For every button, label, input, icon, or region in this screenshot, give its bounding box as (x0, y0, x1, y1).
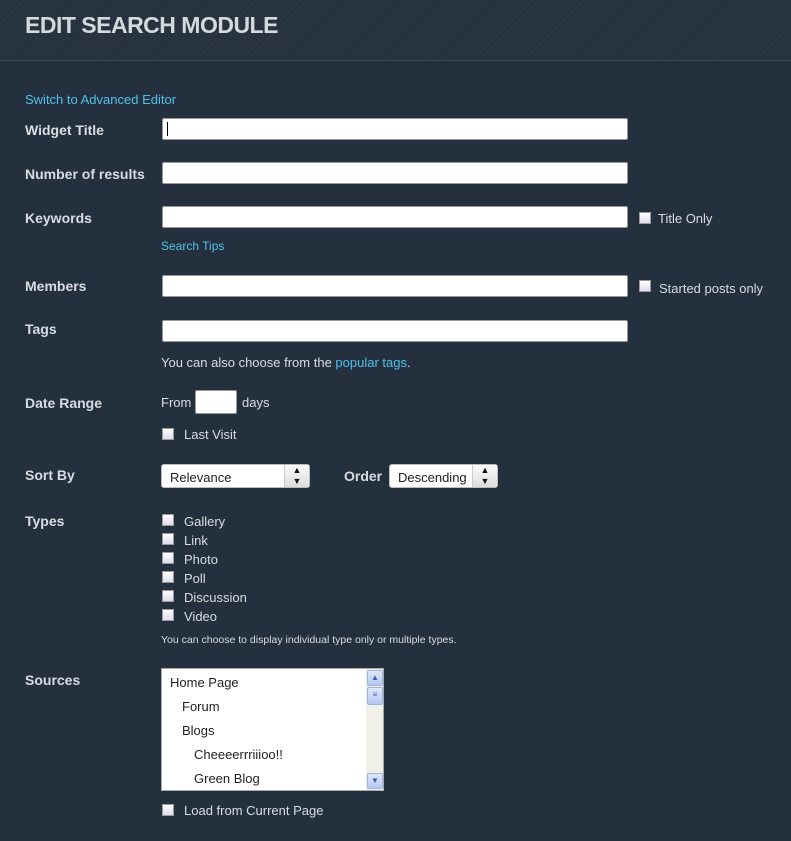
type-checkbox[interactable] (162, 590, 174, 602)
order-select[interactable]: Descending ▲ ▼ (389, 464, 498, 488)
type-checkbox[interactable] (162, 514, 174, 526)
load-current-page-checkbox[interactable] (162, 804, 174, 816)
from-label: From (161, 395, 192, 410)
scroll-thumb[interactable]: ≡ (367, 687, 383, 705)
type-checkbox[interactable] (162, 609, 174, 621)
source-option[interactable]: Green Blog (194, 771, 260, 786)
tags-input[interactable] (162, 320, 628, 342)
days-label: days (242, 395, 270, 410)
num-results-input[interactable] (162, 162, 628, 184)
sources-listbox[interactable]: Home Page Forum Blogs Cheeeerrriiioo!! G… (161, 668, 384, 791)
types-label: Types (25, 513, 65, 529)
type-label: Video (184, 609, 218, 624)
order-label: Order (344, 468, 383, 484)
days-input[interactable] (195, 390, 237, 414)
scroll-up-icon[interactable]: ▲ (367, 670, 383, 686)
type-label: Poll (184, 571, 206, 586)
members-input[interactable] (162, 275, 628, 297)
source-option[interactable]: Cheeeerrriiioo!! (194, 747, 283, 762)
updown-arrow-icon: ▲ ▼ (284, 465, 309, 487)
popular-tags-link[interactable]: popular tags (335, 355, 407, 370)
type-label: Gallery (184, 514, 226, 529)
updown-arrow-icon: ▲ ▼ (472, 465, 497, 487)
date-range-label: Date Range (25, 395, 103, 411)
tags-label: Tags (25, 321, 57, 337)
source-option[interactable]: Blogs (182, 723, 215, 738)
members-label: Members (25, 278, 87, 294)
sort-by-label: Sort By (25, 467, 75, 483)
search-tips-link[interactable]: Search Tips (161, 239, 224, 253)
header: EDIT SEARCH MODULE (0, 0, 791, 61)
sort-by-value: Relevance (170, 470, 232, 485)
keywords-input[interactable] (162, 206, 628, 228)
tags-help: You can also choose from the popular tag… (161, 355, 411, 370)
last-visit-label: Last Visit (184, 427, 237, 442)
widget-title-input[interactable] (162, 118, 628, 140)
started-posts-checkbox[interactable] (639, 280, 651, 292)
sort-by-select[interactable]: Relevance ▲ ▼ (161, 464, 310, 488)
type-label: Link (184, 533, 208, 548)
load-current-page-label: Load from Current Page (184, 803, 324, 818)
num-results-label: Number of results (25, 166, 145, 182)
widget-title-label: Widget Title (25, 122, 104, 138)
scrollbar[interactable]: ▲ ≡ ▼ (366, 669, 383, 790)
title-only-checkbox[interactable] (639, 212, 651, 224)
order-value: Descending (398, 470, 467, 485)
sources-label: Sources (25, 672, 81, 688)
page-title: EDIT SEARCH MODULE (25, 12, 278, 38)
types-help: You can choose to display individual typ… (161, 634, 457, 646)
title-only-label: Title Only (658, 211, 713, 226)
started-posts-label: Started posts only (659, 281, 764, 296)
type-checkbox[interactable] (162, 571, 174, 583)
type-checkbox[interactable] (162, 552, 174, 564)
keywords-label: Keywords (25, 210, 92, 226)
type-label: Photo (184, 552, 218, 567)
source-option[interactable]: Home Page (170, 675, 239, 690)
last-visit-checkbox[interactable] (162, 428, 174, 440)
type-label: Discussion (184, 590, 247, 605)
scroll-down-icon[interactable]: ▼ (367, 773, 383, 789)
source-option[interactable]: Forum (182, 699, 220, 714)
switch-advanced-editor-link[interactable]: Switch to Advanced Editor (25, 92, 176, 107)
tags-help-suffix: . (406, 355, 411, 370)
tags-help-text: You can also choose from the (161, 355, 336, 370)
type-checkbox[interactable] (162, 533, 174, 545)
